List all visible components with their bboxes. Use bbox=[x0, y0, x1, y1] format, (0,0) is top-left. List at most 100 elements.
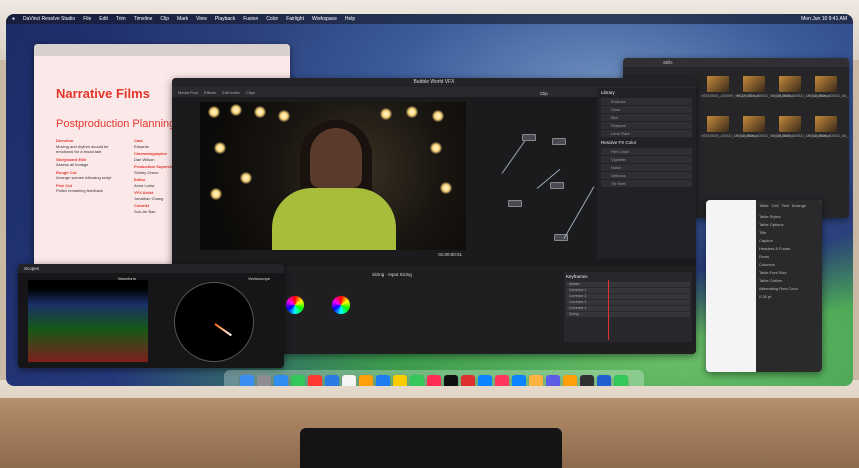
dock-app-icon[interactable] bbox=[478, 375, 492, 386]
file-name: HSDV0007_100021_ML_Lit_28.mov bbox=[773, 134, 831, 138]
effect-item[interactable]: Film Grain bbox=[601, 148, 692, 155]
menu-clip[interactable]: Clip bbox=[160, 16, 169, 22]
dock-app-icon[interactable] bbox=[393, 375, 407, 386]
tab-cell[interactable]: Cell bbox=[772, 203, 779, 208]
dock-app-icon[interactable] bbox=[444, 375, 458, 386]
virtual-display: ● DaVinci Resolve Studio File Edit Trim … bbox=[6, 14, 853, 386]
menu-bar: ● DaVinci Resolve Studio File Edit Trim … bbox=[6, 14, 853, 24]
dock-app-icon[interactable] bbox=[546, 375, 560, 386]
color-wheel-gamma[interactable] bbox=[330, 294, 352, 316]
numbers-window[interactable]: Table Cell Text Arrange Table Styles Tabl… bbox=[706, 200, 822, 372]
device-stand bbox=[300, 428, 562, 468]
dock-app-icon[interactable] bbox=[240, 375, 254, 386]
menu-help[interactable]: Help bbox=[345, 16, 355, 22]
file-thumbnail[interactable] bbox=[707, 76, 729, 92]
menu-timeline[interactable]: Timeline bbox=[134, 16, 153, 22]
effect-item[interactable]: Sharpen bbox=[601, 122, 692, 129]
file-thumbnail[interactable] bbox=[779, 116, 801, 132]
dock-app-icon[interactable] bbox=[427, 375, 441, 386]
tab-text[interactable]: Text bbox=[781, 203, 788, 208]
dock-app-icon[interactable] bbox=[563, 375, 577, 386]
file-name: HSDV0002_100021_ML_Lit_28.mov bbox=[737, 94, 795, 98]
effect-item[interactable]: Lens Flare bbox=[601, 130, 692, 137]
tab-table[interactable]: Table bbox=[759, 203, 769, 208]
file-name: HSDV0003_100021_ML_Lit_28.mov bbox=[773, 94, 831, 98]
menu-edit[interactable]: Edit bbox=[99, 16, 108, 22]
effects-library-panel: Library Emboss Glow Blur Sharpen Lens Fl… bbox=[597, 88, 696, 258]
dock-app-icon[interactable] bbox=[410, 375, 424, 386]
sizing-mode-label: Sizing · Input Sizing bbox=[372, 272, 412, 277]
dock-app-icon[interactable] bbox=[512, 375, 526, 386]
effect-item[interactable]: Defocus bbox=[601, 172, 692, 179]
menu-app-name[interactable]: DaVinci Resolve Studio bbox=[23, 16, 75, 22]
scopes-title: Scopes bbox=[18, 264, 284, 273]
timecode-display: 01:00:00:01 bbox=[438, 252, 462, 257]
dock-app-icon[interactable] bbox=[291, 375, 305, 386]
document-subtitle: Postproduction Planning bbox=[56, 118, 176, 130]
effect-item[interactable]: Emboss bbox=[601, 98, 692, 105]
effect-item[interactable]: Noise bbox=[601, 164, 692, 171]
dock-app-icon[interactable] bbox=[359, 375, 373, 386]
menu-mark[interactable]: Mark bbox=[177, 16, 188, 22]
keyframe-row[interactable]: Corrector 4 bbox=[566, 306, 690, 311]
tool-effects[interactable]: Effects bbox=[204, 90, 216, 95]
dock-app-icon[interactable] bbox=[495, 375, 509, 386]
dock-app-icon[interactable] bbox=[461, 375, 475, 386]
tool-media-pool[interactable]: Media Pool bbox=[178, 90, 198, 95]
menu-fusion[interactable]: Fusion bbox=[243, 16, 258, 22]
menu-color[interactable]: Color bbox=[266, 16, 278, 22]
library-header: Library bbox=[601, 90, 615, 95]
menu-fairlight[interactable]: Fairlight bbox=[286, 16, 304, 22]
menu-playback[interactable]: Playback bbox=[215, 16, 235, 22]
file-thumbnail[interactable] bbox=[815, 116, 837, 132]
outline-value[interactable]: 0.35 pt bbox=[759, 293, 819, 301]
dock bbox=[224, 370, 644, 386]
file-thumbnail[interactable] bbox=[815, 76, 837, 92]
keyframe-row[interactable]: Corrector 3 bbox=[566, 300, 690, 305]
dock-app-icon[interactable] bbox=[274, 375, 288, 386]
file-name: HSDV0004_100021_ML_Lit_28.mov bbox=[809, 94, 849, 98]
menu-workspace[interactable]: Workspace bbox=[312, 16, 337, 22]
dock-app-icon[interactable] bbox=[529, 375, 543, 386]
apple-icon[interactable]: ● bbox=[12, 16, 15, 22]
subject-face bbox=[310, 128, 362, 188]
file-thumbnail[interactable] bbox=[743, 116, 765, 132]
color-wheel-lift[interactable] bbox=[284, 294, 306, 316]
dock-app-icon[interactable] bbox=[308, 375, 322, 386]
effect-item[interactable]: Glow bbox=[601, 106, 692, 113]
tab-arrange[interactable]: Arrange bbox=[792, 203, 806, 208]
playhead[interactable] bbox=[608, 280, 609, 340]
dock-app-icon[interactable] bbox=[614, 375, 628, 386]
menu-trim[interactable]: Trim bbox=[116, 16, 126, 22]
keyframe-row[interactable]: Master bbox=[566, 282, 690, 287]
file-thumbnail[interactable] bbox=[743, 76, 765, 92]
file-thumbnail[interactable] bbox=[779, 76, 801, 92]
dock-app-icon[interactable] bbox=[580, 375, 594, 386]
dock-app-icon[interactable] bbox=[342, 375, 356, 386]
file-name: HSDV0006_100021_ML_Lit_28.mov bbox=[737, 134, 795, 138]
scopes-window[interactable]: Scopes Waveform Vectorscope bbox=[18, 264, 284, 368]
dock-app-icon[interactable] bbox=[257, 375, 271, 386]
keyframe-row[interactable]: Sizing bbox=[566, 312, 690, 317]
library-section-header: Resolve FX Color bbox=[601, 140, 637, 145]
effect-item[interactable]: Tilt Shift bbox=[601, 180, 692, 187]
effect-item[interactable]: Vignette bbox=[601, 156, 692, 163]
vectorscope bbox=[174, 282, 254, 362]
dock-app-icon[interactable] bbox=[597, 375, 611, 386]
tool-edit-index[interactable]: Edit Index bbox=[222, 90, 240, 95]
file-thumbnail[interactable] bbox=[707, 116, 729, 132]
subject-sweater bbox=[272, 188, 396, 250]
menu-view[interactable]: View bbox=[196, 16, 207, 22]
document-title: Narrative Films bbox=[56, 86, 150, 101]
keyframe-row[interactable]: Corrector 1 bbox=[566, 288, 690, 293]
file-name: HSDV0005_100021_ML_Lit_28.mov bbox=[701, 134, 759, 138]
video-viewer[interactable] bbox=[200, 102, 466, 250]
vectorscope-label: Vectorscope bbox=[248, 276, 271, 281]
menu-file[interactable]: File bbox=[83, 16, 91, 22]
dock-app-icon[interactable] bbox=[325, 375, 339, 386]
waveform-scope bbox=[28, 280, 148, 362]
dock-app-icon[interactable] bbox=[376, 375, 390, 386]
tool-clips[interactable]: Clips bbox=[246, 90, 255, 95]
keyframe-row[interactable]: Corrector 2 bbox=[566, 294, 690, 299]
effect-item[interactable]: Blur bbox=[601, 114, 692, 121]
